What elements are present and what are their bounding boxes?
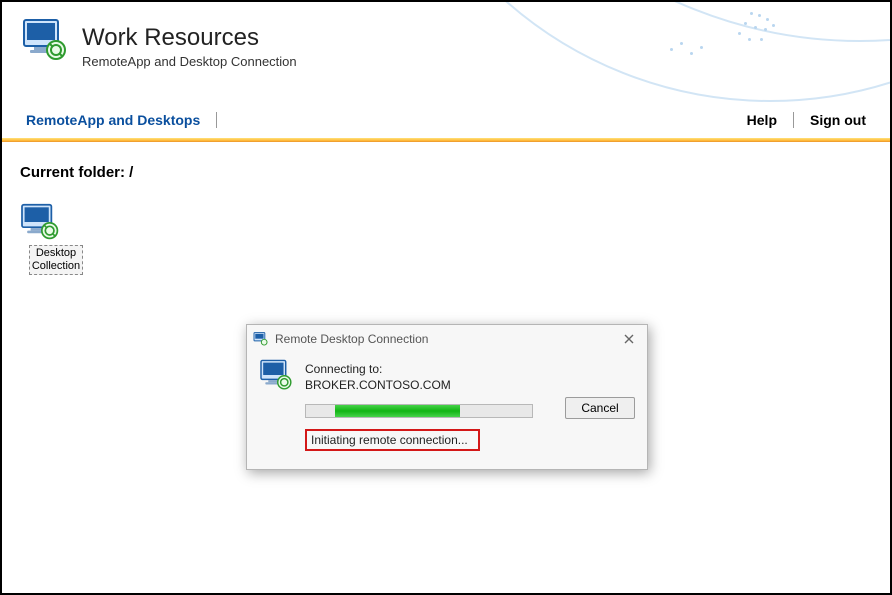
page-title: Work Resources xyxy=(82,24,259,52)
progress-fill xyxy=(335,405,459,417)
rdp-logo-icon xyxy=(22,18,70,62)
content-area: Current folder: / Desktop Collection xyxy=(2,142,890,297)
item-label: Desktop Collection xyxy=(29,245,83,275)
dialog-titlebar[interactable]: Remote Desktop Connection xyxy=(247,325,647,353)
window-frame: Work Resources RemoteApp and Desktop Con… xyxy=(0,0,892,595)
dialog-status-highlight: Initiating remote connection... xyxy=(305,429,480,451)
close-icon[interactable] xyxy=(619,329,639,349)
dialog-title: Remote Desktop Connection xyxy=(275,332,428,346)
nav-divider xyxy=(793,112,794,128)
nav-bar: RemoteApp and Desktops Help Sign out xyxy=(2,102,890,138)
nav-help[interactable]: Help xyxy=(741,112,783,128)
nav-divider xyxy=(216,112,217,128)
connecting-label: Connecting to: xyxy=(305,361,451,377)
desktop-collection-item[interactable]: Desktop Collection xyxy=(20,203,92,275)
nav-sign-out[interactable]: Sign out xyxy=(804,112,872,128)
connecting-host: BROKER.CONTOSO.COM xyxy=(305,377,451,393)
rdp-dialog-icon xyxy=(253,332,269,346)
rdp-body-icon xyxy=(259,359,295,391)
header-banner: Work Resources RemoteApp and Desktop Con… xyxy=(2,2,890,102)
cancel-button[interactable]: Cancel xyxy=(565,397,635,419)
remote-desktop-connection-dialog: Remote Desktop Connection Connecting to: xyxy=(246,324,648,470)
progress-bar xyxy=(305,404,533,418)
page-subtitle: RemoteApp and Desktop Connection xyxy=(82,54,297,69)
current-folder-label: Current folder: / xyxy=(20,164,872,181)
dialog-body: Connecting to: BROKER.CONTOSO.COM Cancel… xyxy=(247,353,647,469)
rdp-item-icon xyxy=(20,203,62,241)
nav-remoteapp-desktops[interactable]: RemoteApp and Desktops xyxy=(20,112,206,128)
